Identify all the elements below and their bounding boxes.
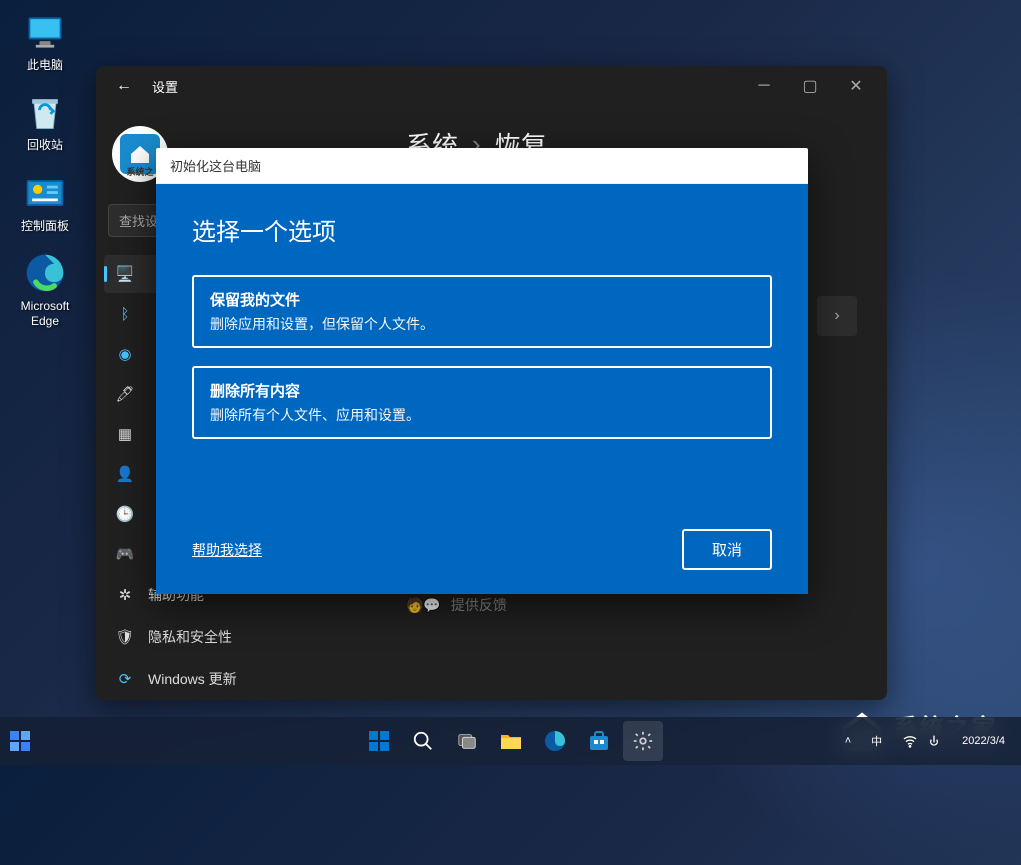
feedback-label: 提供反馈 [451, 595, 507, 615]
option-desc: 删除应用和设置，但保留个人文件。 [210, 314, 754, 334]
feedback-icon: 🧑‍💬 [406, 597, 441, 614]
taskbar-date: 2022/3/4 [962, 734, 1005, 748]
taskbar: ˄ 中 2022/3/4 [0, 717, 1021, 765]
desktop-icon-control-panel[interactable]: 控制面板 [10, 171, 80, 233]
nav-update[interactable]: ⟳ Windows 更新 [104, 659, 368, 699]
reset-pc-dialog: 初始化这台电脑 选择一个选项 保留我的文件 删除应用和设置，但保留个人文件。 删… [156, 148, 808, 594]
bluetooth-icon: ᛒ [116, 305, 134, 323]
taskbar-datetime[interactable]: 2022/3/4 [954, 734, 1013, 748]
desktop-icon-this-pc[interactable]: 此电脑 [10, 10, 80, 72]
nav-label: 隐私和安全性 [148, 627, 232, 647]
edge-taskbar-button[interactable] [535, 721, 575, 761]
this-pc-icon [23, 10, 67, 54]
tray-ime[interactable]: 中 [863, 733, 890, 749]
desktop-icons: 此电脑 回收站 控制面板 Microsoft Edge [10, 10, 80, 328]
option-keep-files[interactable]: 保留我的文件 删除应用和设置，但保留个人文件。 [192, 275, 772, 348]
task-view-button[interactable] [447, 721, 487, 761]
search-button[interactable] [403, 721, 443, 761]
account-icon: 👤 [116, 465, 134, 483]
widgets-button[interactable] [8, 729, 32, 753]
dialog-heading: 选择一个选项 [192, 212, 772, 247]
option-title: 删除所有内容 [210, 380, 754, 401]
option-desc: 删除所有个人文件、应用和设置。 [210, 405, 754, 425]
tray-expand[interactable]: ˄ [837, 735, 859, 747]
nav-privacy[interactable]: 🛡 隐私和安全性 [104, 617, 368, 657]
help-link[interactable]: 帮助我选择 [192, 540, 262, 560]
explorer-button[interactable] [491, 721, 531, 761]
nav-label: Windows 更新 [148, 669, 237, 689]
privacy-icon: 🛡 [116, 628, 134, 646]
option-remove-everything[interactable]: 删除所有内容 删除所有个人文件、应用和设置。 [192, 366, 772, 439]
option-title: 保留我的文件 [210, 289, 754, 310]
apps-icon: ▦ [116, 425, 134, 443]
cancel-button[interactable]: 取消 [682, 529, 772, 570]
recycle-bin-icon [23, 90, 67, 134]
personalize-icon: 🖊 [116, 385, 134, 403]
tray-network-icon[interactable] [894, 733, 950, 749]
start-button[interactable] [359, 721, 399, 761]
desktop-icon-label: Microsoft Edge [10, 299, 80, 328]
accessibility-icon: ✲ [116, 586, 134, 604]
desktop-icon-label: 此电脑 [27, 58, 63, 72]
edge-icon [23, 251, 67, 295]
display-icon: 🖥️ [116, 265, 134, 283]
close-button[interactable]: ✕ [833, 70, 879, 102]
update-icon: ⟳ [116, 670, 134, 688]
related-chevron[interactable]: › [817, 296, 857, 336]
desktop-icon-edge[interactable]: Microsoft Edge [10, 251, 80, 328]
titlebar: ← 设置 ─ ▢ ✕ [96, 66, 887, 106]
maximize-button[interactable]: ▢ [787, 70, 833, 102]
desktop-icon-label: 控制面板 [21, 219, 69, 233]
wifi-icon: ◉ [116, 345, 134, 363]
settings-taskbar-button[interactable] [623, 721, 663, 761]
control-panel-icon [23, 171, 67, 215]
desktop-icon-label: 回收站 [27, 138, 63, 152]
store-button[interactable] [579, 721, 619, 761]
gaming-icon: 🎮 [116, 545, 134, 563]
desktop-icon-recycle-bin[interactable]: 回收站 [10, 90, 80, 152]
dialog-titlebar: 初始化这台电脑 [156, 148, 808, 184]
back-button[interactable]: ← [104, 69, 144, 103]
time-icon: 🕒 [116, 505, 134, 523]
window-title: 设置 [152, 77, 178, 96]
minimize-button[interactable]: ─ [741, 70, 787, 102]
